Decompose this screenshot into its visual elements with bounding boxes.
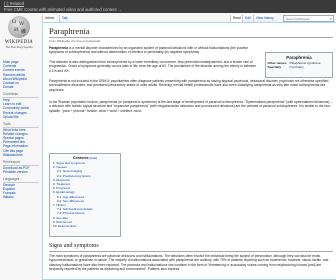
notification-bar: [↑] Related Free CME Course with animate… (0, 0, 336, 13)
from-wikipedia-note: From Wikipedia, the free encyclopedia (49, 39, 101, 43)
section-heading: Signs and symptoms (49, 243, 99, 249)
search-placeholder: Search Wikipedia (286, 17, 310, 21)
tab-talk[interactable]: Talk (59, 15, 70, 22)
toc-item-label: External links (57, 224, 77, 229)
lead-paragraph-2: This disorder is also distinguished from… (49, 60, 257, 73)
lead-paragraph-4: In the Russian psychiatric lexicon, para… (49, 100, 333, 113)
infobox-value-link[interactable]: Psychiatry (290, 65, 331, 69)
table-of-contents: Contents [hide] 1 Signs and symptoms 2 Caus… (49, 153, 121, 237)
logo-tagline: The Free Encyclopedia (5, 45, 33, 49)
toc-item[interactable]: 10 External links (53, 224, 117, 228)
tab-article[interactable]: Article (42, 15, 57, 22)
toc-title-text: Contents (73, 156, 89, 160)
sidebar-item-printable[interactable]: Printable version (3, 170, 39, 174)
related-link[interactable]: [↑] Related (4, 1, 24, 6)
toc-item-number: 6 (53, 190, 55, 195)
toc-item-number: 2.1 (57, 169, 62, 174)
toc-item-number: 2 (53, 165, 55, 170)
sidebar-item-upload-file[interactable]: Upload file (3, 115, 39, 119)
lead-paragraph-3: Paraphrenia is not included in the DSM-5… (49, 79, 330, 92)
toc-item-label: Sex differences (62, 198, 85, 203)
wikipedia-logo[interactable]: ΩWИ維 WIKIPEDIA The Free Encyclopedia (4, 16, 34, 56)
sidebar-item-lang[interactable]: Italiano (3, 195, 39, 199)
infobox: Paraphrenia Other names Paraphrenic synd… (265, 52, 333, 78)
infobox-row: Specialty Psychiatry (268, 65, 331, 69)
toc-item-number: 10 (53, 224, 57, 229)
tab-read[interactable]: Read (230, 15, 243, 22)
sidebar-item-donate[interactable]: Donate (3, 85, 39, 89)
globe-icon: ΩWИ維 (8, 16, 30, 38)
toc-item-number: 7 (53, 203, 55, 208)
toc-hide-toggle[interactable]: [hide] (90, 156, 97, 160)
lead-paragraph-1: Paraphrenia is a mental disorder charact… (49, 46, 259, 55)
search-input[interactable]: Search Wikipedia ⌕ (283, 15, 334, 22)
tab-view-history[interactable]: View history (253, 15, 276, 22)
title-divider (49, 37, 333, 38)
cme-promo-text[interactable]: Free CME Course with animated video and … (4, 7, 122, 12)
section-divider (49, 251, 333, 252)
sidebar: Main page Contents Current events Random… (3, 60, 39, 199)
page-title: Paraphrenia (49, 26, 90, 36)
tab-edit[interactable]: Edit (242, 15, 253, 22)
sidebar-item-wikidata[interactable]: Wikidata item (3, 153, 39, 157)
toc-list: 1 Signs and symptoms 2 Causes 2.1 Neuroimagin… (53, 161, 117, 228)
lead-text: is a mental disorder characterized by an… (49, 46, 249, 55)
article-content: Paraphrenia From Wikipedia, the free enc… (42, 22, 336, 280)
section-paragraph: The main symptoms of paraphrenia are par… (49, 254, 329, 271)
infobox-key: Specialty (267, 64, 282, 69)
